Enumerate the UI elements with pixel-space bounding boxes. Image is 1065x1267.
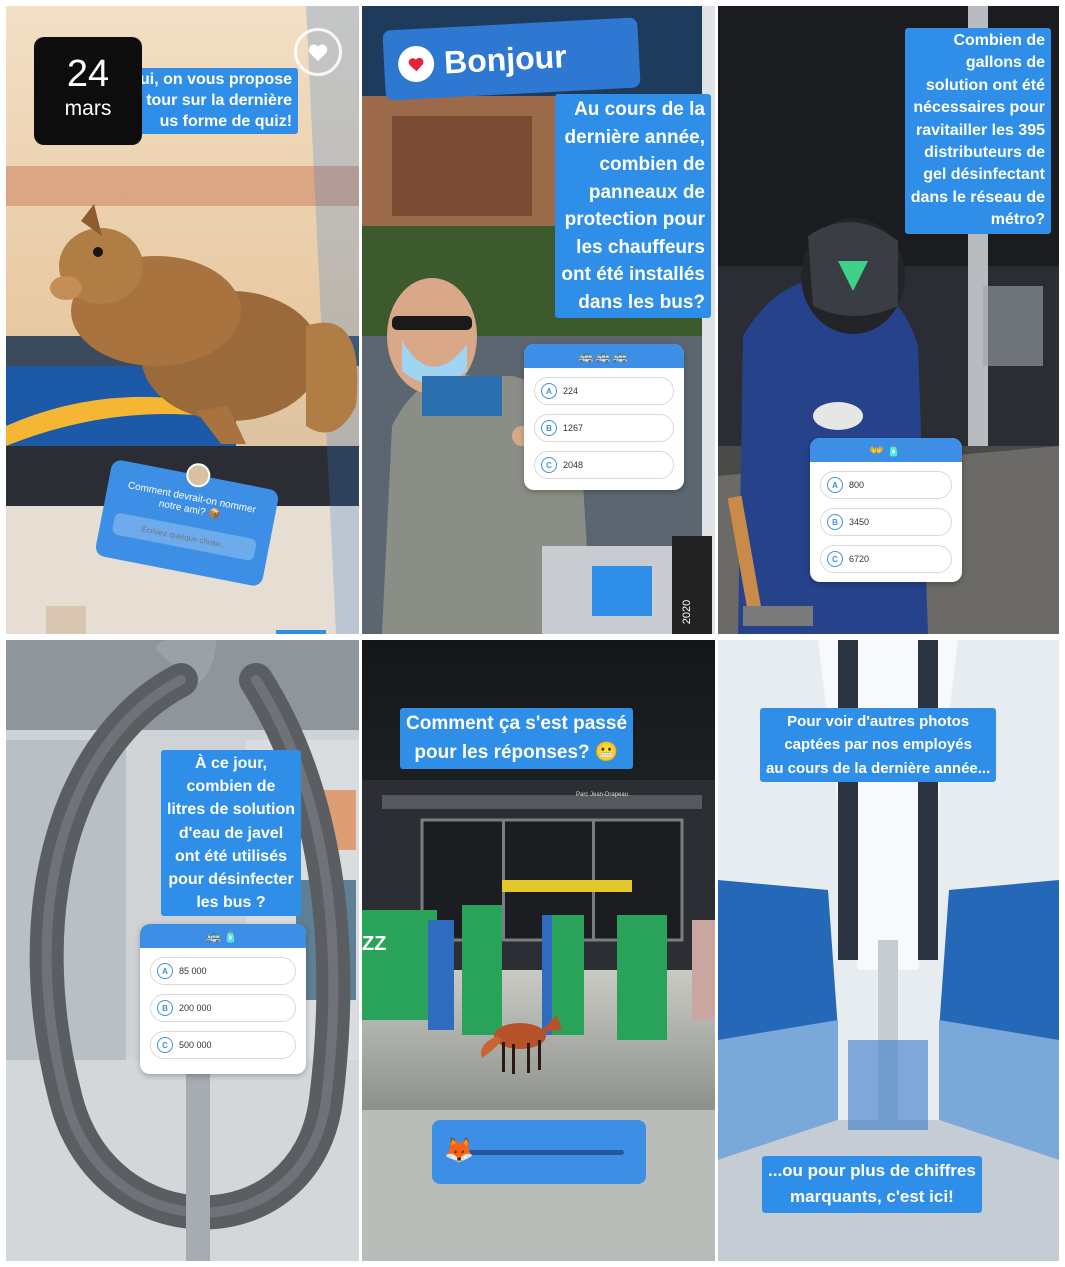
bonjour-text: Bonjour bbox=[443, 37, 568, 81]
option-text: 224 bbox=[563, 386, 579, 396]
option-letter: A bbox=[827, 477, 843, 493]
gallons-question-caption: Combien de gallons de solution ont été n… bbox=[904, 28, 1051, 234]
heart-icon[interactable] bbox=[294, 28, 342, 76]
bus-year-label: 2020 bbox=[681, 600, 693, 624]
slider-track[interactable] bbox=[456, 1150, 624, 1155]
date-day: 24 bbox=[66, 53, 110, 95]
option-text: 85 000 bbox=[179, 966, 207, 976]
quiz-header: 👐🧴 bbox=[810, 438, 962, 462]
quiz-option-c[interactable]: C 500 000 bbox=[150, 1031, 296, 1059]
date-badge: 24 mars bbox=[34, 37, 142, 145]
story-panel-fox[interactable]: ZZ Parc Jean-Drapeau Comment ça s'est pa… bbox=[362, 640, 715, 1261]
option-letter: C bbox=[541, 457, 557, 473]
intro-caption: ui, on vous propose tour sur la dernière… bbox=[134, 68, 299, 135]
option-letter: A bbox=[541, 383, 557, 399]
more-figures-link-caption[interactable]: ...ou pour plus de chiffres marquants, c… bbox=[762, 1156, 982, 1213]
quiz-option-b[interactable]: B 200 000 bbox=[150, 994, 296, 1022]
bleach-question-caption: À ce jour, combien de litres de solution… bbox=[160, 750, 301, 917]
option-letter: A bbox=[157, 963, 173, 979]
option-text: 3450 bbox=[849, 517, 870, 527]
svg-text:ZZ: ZZ bbox=[362, 933, 386, 955]
option-text: 500 000 bbox=[179, 1040, 212, 1050]
option-text: 800 bbox=[849, 480, 865, 490]
quiz-option-c[interactable]: C 6720 bbox=[820, 545, 952, 573]
heart-logo-icon bbox=[397, 45, 436, 83]
story-grid: 24 mars ui, on vous propose tour sur la … bbox=[6, 6, 1059, 1261]
story-panel-bus-driver[interactable]: 2020 Bonjour Au cours de la dernière ann… bbox=[362, 6, 715, 634]
quiz-option-a[interactable]: A 85 000 bbox=[150, 957, 296, 985]
emoji-slider-sticker[interactable]: 🦊 bbox=[432, 1120, 646, 1184]
story-panel-metro-car[interactable]: Pour voir d'autres photos captées par no… bbox=[718, 640, 1059, 1261]
more-photos-caption: Pour voir d'autres photos captées par no… bbox=[760, 708, 997, 782]
story-panel-bus-handle[interactable]: À ce jour, combien de litres de solution… bbox=[6, 640, 359, 1261]
bonjour-sign: Bonjour bbox=[382, 17, 641, 101]
option-text: 2048 bbox=[563, 460, 584, 470]
quiz-header: 🚌🧴 bbox=[140, 924, 306, 948]
option-letter: B bbox=[827, 514, 843, 530]
quiz-option-a[interactable]: A 800 bbox=[820, 471, 952, 499]
option-letter: B bbox=[541, 420, 557, 436]
quiz-sticker-bleach[interactable]: 🚌🧴 A 85 000 B 200 000 C 500 000 bbox=[140, 924, 306, 1074]
quiz-option-a[interactable]: A 224 bbox=[534, 377, 674, 405]
quiz-option-b[interactable]: B 1267 bbox=[534, 414, 674, 442]
option-text: 6720 bbox=[849, 554, 870, 564]
date-month: mars bbox=[64, 97, 112, 120]
option-text: 1267 bbox=[563, 423, 584, 433]
quiz-header: 🚌🚌🚌 bbox=[524, 344, 684, 368]
quiz-sticker-gallons[interactable]: 👐🧴 A 800 B 3450 C 6720 bbox=[810, 438, 962, 582]
fox-emoji-slider-thumb[interactable]: 🦊 bbox=[444, 1136, 474, 1166]
station-sign-text: Parc Jean-Drapeau bbox=[576, 792, 628, 798]
option-text: 200 000 bbox=[179, 1003, 212, 1013]
quiz-option-b[interactable]: B 3450 bbox=[820, 508, 952, 536]
option-letter: B bbox=[157, 1000, 173, 1016]
quiz-option-c[interactable]: C 2048 bbox=[534, 451, 674, 479]
story-panel-squirrel[interactable]: 24 mars ui, on vous propose tour sur la … bbox=[6, 6, 359, 634]
quiz-sticker-panels[interactable]: 🚌🚌🚌 A 224 B 1267 C 2048 bbox=[524, 344, 684, 490]
panels-question-caption: Au cours de la dernière année, combien d… bbox=[555, 94, 711, 319]
option-letter: C bbox=[157, 1037, 173, 1053]
answers-caption: Comment ça s'est passé pour les réponses… bbox=[400, 708, 634, 769]
option-letter: C bbox=[827, 551, 843, 567]
story-panel-welder[interactable]: Combien de gallons de solution ont été n… bbox=[718, 6, 1059, 634]
